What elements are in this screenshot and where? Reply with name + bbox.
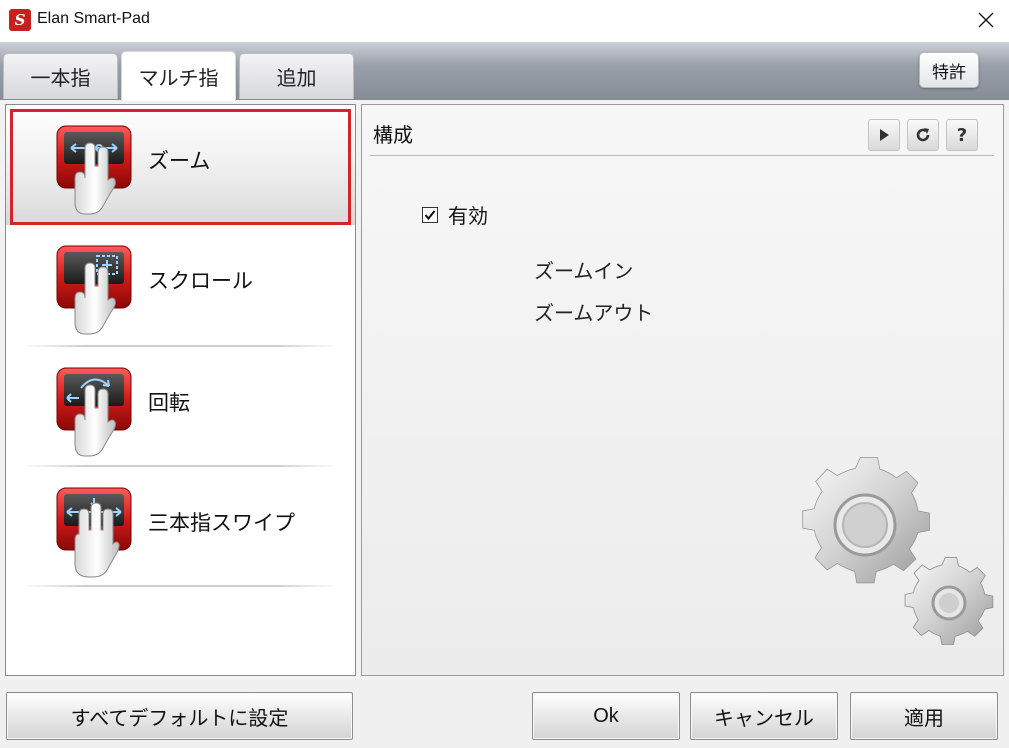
checkmark-icon	[424, 209, 436, 220]
play-button[interactable]	[868, 119, 900, 151]
three-finger-swipe-icon	[56, 487, 132, 578]
rotate-gesture-icon	[56, 367, 132, 457]
config-panel: 構成 ? 有効 ズームイン ズームアウト	[361, 104, 1004, 676]
gesture-item-rotate[interactable]: 回転	[6, 347, 355, 467]
enable-label: 有効	[448, 204, 488, 228]
set-all-default-button[interactable]: すべてデフォルトに設定	[6, 692, 353, 740]
tab-multi-finger[interactable]: マルチ指	[121, 51, 236, 101]
close-button[interactable]	[963, 0, 1009, 40]
apply-button[interactable]: 適用	[850, 692, 998, 740]
zoom-in-option[interactable]: ズームイン	[534, 255, 633, 284]
scroll-gesture-icon	[56, 245, 132, 335]
ok-button[interactable]: Ok	[532, 692, 680, 740]
enable-checkbox[interactable]	[422, 206, 438, 223]
config-divider	[370, 155, 994, 156]
config-title: 構成	[373, 123, 413, 147]
tab-strip: 一本指 マルチ指 追加 特許	[0, 42, 1009, 101]
help-icon: ?	[956, 124, 968, 146]
play-icon	[880, 129, 889, 141]
list-separator	[20, 585, 340, 587]
gears-icon	[802, 457, 994, 645]
enable-checkbox-row[interactable]: 有効	[422, 200, 488, 229]
cancel-button[interactable]: キャンセル	[690, 692, 838, 740]
gesture-label: ズーム	[148, 149, 211, 173]
help-button[interactable]: ?	[946, 119, 978, 151]
refresh-icon	[916, 128, 930, 142]
gesture-item-zoom[interactable]: ズーム	[6, 105, 355, 225]
gesture-item-scroll[interactable]: スクロール	[6, 225, 355, 345]
patent-button[interactable]: 特許	[919, 52, 979, 88]
app-icon: S	[9, 9, 31, 31]
tab-single-finger[interactable]: 一本指	[3, 53, 118, 99]
gesture-label: スクロール	[148, 269, 253, 293]
zoom-gesture-icon	[56, 125, 132, 215]
zoom-out-option[interactable]: ズームアウト	[534, 297, 653, 326]
window-title: Elan Smart-Pad	[37, 10, 150, 27]
tab-additional[interactable]: 追加	[239, 53, 354, 99]
gesture-item-three-finger-swipe[interactable]: 三本指スワイプ	[6, 467, 355, 587]
title-bar: S Elan Smart-Pad	[0, 0, 1009, 42]
gesture-list: ズーム スクロール 回転 三本指スワイプ	[5, 104, 356, 676]
close-icon	[978, 12, 994, 28]
gesture-label: 回転	[148, 391, 190, 415]
gesture-label: 三本指スワイプ	[148, 511, 295, 535]
refresh-button[interactable]	[907, 119, 939, 151]
